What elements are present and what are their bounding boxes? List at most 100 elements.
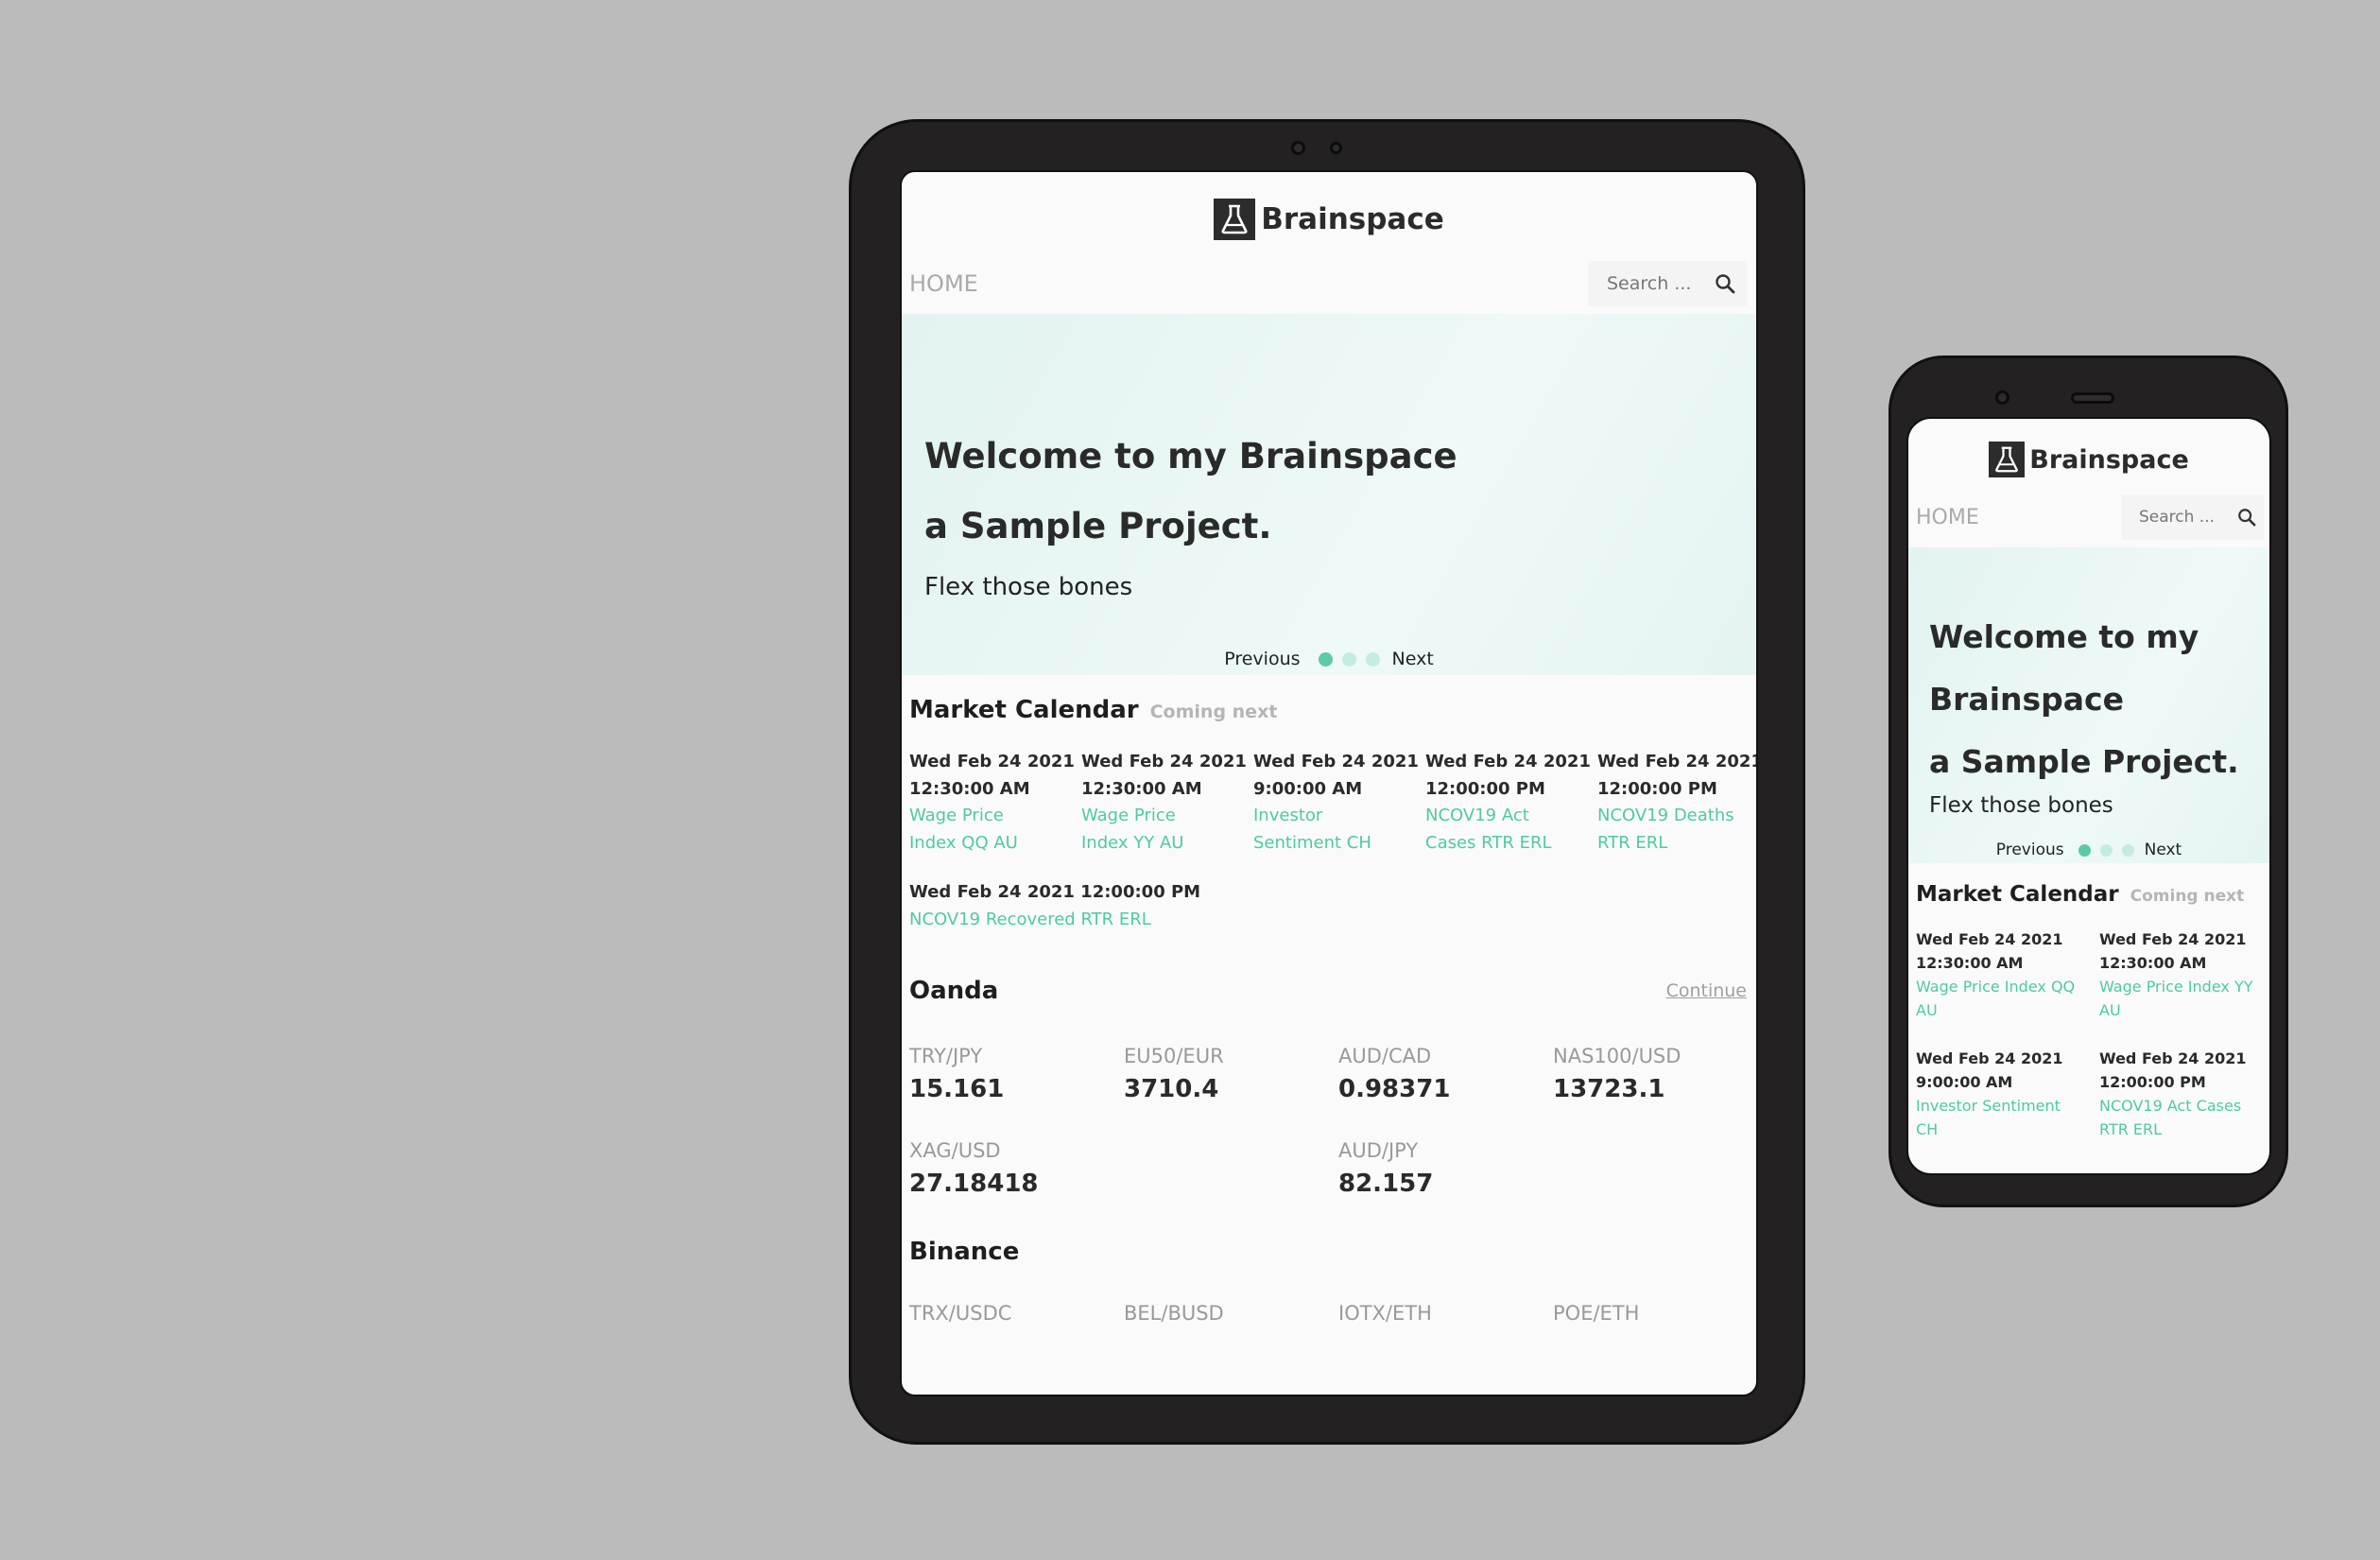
event-name[interactable]: Sentiment CH — [1253, 830, 1425, 858]
carousel-next-button[interactable]: Next — [2145, 841, 2182, 859]
search-placeholder: Search ... — [1607, 273, 1692, 294]
hero-title-line-2: a Sample Project. — [1929, 743, 2239, 780]
event-name[interactable]: Index QQ AU — [909, 830, 1081, 858]
market-calendar-events: Wed Feb 24 2021 12:30:00 AM Wage Price I… — [1908, 907, 2269, 1141]
calendar-event[interactable]: Wed Feb 24 2021 12:00:00 PM NCOV19 Recov… — [909, 879, 1756, 934]
carousel-dot-2[interactable] — [1341, 651, 1356, 667]
calendar-event[interactable]: Wed Feb 24 2021 12:30:00 AM Wage Price I… — [1916, 927, 2099, 1022]
market-calendar-header: Market Calendar Coming next — [1908, 863, 2269, 907]
site-header: Brainspace — [902, 172, 1756, 253]
flask-icon[interactable] — [1214, 199, 1256, 240]
ticker-price: 13723.1 — [1553, 1075, 1665, 1103]
event-name[interactable]: NCOV19 Act — [1425, 803, 1597, 830]
phone-device: Brainspace HOME Search ... Welcome to my… — [1888, 355, 2288, 1207]
market-calendar-subtitle: Coming next — [1149, 702, 1278, 722]
event-name[interactable]: Investor — [1253, 803, 1425, 830]
event-name[interactable]: AU — [1916, 998, 2099, 1022]
carousel-dot-1[interactable] — [1318, 651, 1333, 667]
event-name[interactable]: RTR ERL — [2099, 1118, 2269, 1141]
ticker-pair: TRY/JPY — [909, 1045, 983, 1067]
event-name[interactable]: NCOV19 Act Cases — [2099, 1094, 2269, 1118]
site-header: Brainspace — [1908, 419, 2269, 487]
calendar-event[interactable]: Wed Feb 24 2021 12:30:00 AM Wage Price I… — [1081, 749, 1253, 857]
carousel-controls: Previous Next — [902, 649, 1756, 669]
hero-subtitle: Flex those bones — [1929, 793, 2113, 818]
search-icon[interactable] — [2237, 508, 2256, 527]
ticker-pair[interactable]: IOTX/ETH — [1338, 1300, 1553, 1326]
event-name[interactable]: AU — [2099, 998, 2269, 1022]
event-name[interactable]: NCOV19 Recovered RTR ERL — [909, 907, 1756, 934]
carousel-dot-1[interactable] — [2078, 843, 2091, 857]
calendar-event[interactable]: Wed Feb 24 2021 12:30:00 AM Wage Price I… — [2099, 927, 2269, 1022]
oanda-pairs: TRY/JPY 15.161 EU50/EUR 3710.4 AUD/CAD 0… — [902, 1005, 1756, 1204]
carousel-dot-3[interactable] — [2121, 843, 2134, 857]
calendar-event[interactable]: Wed Feb 24 2021 12:00:00 PM NCOV19 Death… — [1597, 749, 1756, 858]
calendar-event[interactable]: Wed Feb 24 2021 12:30:00 AM Wage Price I… — [909, 749, 1081, 857]
ticker-pair: AUD/JPY — [1338, 1139, 1419, 1162]
calendar-event[interactable]: Wed Feb 24 2021 9:00:00 AM Investor Sent… — [1916, 1047, 2099, 1141]
ticker-pair[interactable]: BEL/BUSD — [1124, 1300, 1338, 1326]
ticker[interactable]: AUD/JPY 82.157 — [1338, 1137, 1553, 1204]
oanda-title: Oanda — [909, 977, 999, 1005]
oanda-continue-link[interactable]: Continue — [1666, 980, 1747, 1001]
event-name[interactable]: Investor Sentiment — [1916, 1094, 2099, 1118]
ticker-price: 15.161 — [909, 1075, 1005, 1103]
event-date: Wed Feb 24 2021 — [1425, 752, 1591, 771]
binance-header: Binance — [902, 1204, 1756, 1266]
binance-title: Binance — [909, 1238, 1020, 1266]
ticker-price: 27.18418 — [909, 1170, 1039, 1198]
navbar: HOME Search ... — [902, 253, 1756, 314]
event-name[interactable]: Wage Price — [1081, 803, 1253, 830]
ticker[interactable]: NAS100/USD 13723.1 — [1553, 1043, 1756, 1109]
event-name[interactable]: NCOV19 Deaths — [1597, 803, 1756, 830]
event-name[interactable]: Wage Price Index YY — [2099, 975, 2269, 998]
event-datetime: Wed Feb 24 2021 12:00:00 PM — [909, 882, 1201, 902]
search-input[interactable]: Search ... — [2122, 494, 2264, 540]
carousel-next-button[interactable]: Next — [1392, 649, 1434, 669]
search-icon[interactable] — [1715, 273, 1735, 294]
event-date: Wed Feb 24 2021 — [909, 752, 1075, 771]
ticker-pair: EU50/EUR — [1124, 1045, 1224, 1067]
search-input[interactable]: Search ... — [1588, 261, 1747, 306]
event-time: 12:00:00 PM — [2099, 1073, 2206, 1091]
event-name[interactable]: Wage Price Index QQ — [1916, 975, 2099, 998]
event-name[interactable]: Wage Price — [909, 803, 1081, 830]
event-name[interactable]: CH — [1916, 1118, 2099, 1141]
hero-subtitle: Flex those bones — [924, 573, 1133, 601]
hero-title-line-1: Welcome to my Brainspace — [924, 436, 1457, 477]
flask-icon[interactable] — [1989, 442, 2026, 477]
nav-home-link[interactable]: HOME — [909, 270, 978, 297]
event-name[interactable]: Cases RTR ERL — [1425, 830, 1597, 858]
event-date: Wed Feb 24 2021 — [1916, 930, 2063, 948]
nav-home-link[interactable]: HOME — [1916, 506, 1979, 529]
carousel-previous-button[interactable]: Previous — [1224, 649, 1300, 669]
camera-icon — [1995, 390, 2009, 405]
tablet-screen: Brainspace HOME Search ... Welcome to my… — [900, 170, 1758, 1396]
hero-title-line-1a: Welcome to my — [1929, 618, 2199, 655]
event-name[interactable]: RTR ERL — [1597, 830, 1756, 858]
ticker[interactable]: EU50/EUR 3710.4 — [1124, 1043, 1338, 1109]
brand-name[interactable]: Brainspace — [2029, 445, 2189, 475]
calendar-event[interactable]: Wed Feb 24 2021 12:00:00 PM NCOV19 Act C… — [1425, 749, 1597, 857]
ticker-price: 82.157 — [1338, 1170, 1434, 1198]
carousel-previous-button[interactable]: Previous — [1996, 841, 2064, 859]
ticker[interactable]: AUD/CAD 0.98371 — [1338, 1043, 1553, 1109]
event-name[interactable]: Index YY AU — [1081, 830, 1253, 858]
ticker[interactable]: XAG/USD 27.18418 — [909, 1137, 1124, 1204]
hero-carousel: Welcome to my Brainspace a Sample Projec… — [1908, 547, 2269, 863]
event-time: 12:30:00 AM — [1081, 778, 1202, 799]
carousel-dot-3[interactable] — [1365, 651, 1380, 667]
event-date: Wed Feb 24 2021 — [2099, 1049, 2247, 1067]
ticker-pair[interactable]: POE/ETH — [1553, 1300, 1756, 1326]
ticker-pair: AUD/CAD — [1338, 1045, 1432, 1067]
ticker[interactable]: TRY/JPY 15.161 — [909, 1043, 1124, 1109]
market-calendar-events: Wed Feb 24 2021 12:30:00 AM Wage Price I… — [902, 724, 1756, 933]
brand-name[interactable]: Brainspace — [1261, 202, 1444, 236]
calendar-event[interactable]: Wed Feb 24 2021 12:00:00 PM NCOV19 Act C… — [2099, 1047, 2269, 1141]
calendar-event[interactable]: Wed Feb 24 2021 9:00:00 AM Investor Sent… — [1253, 749, 1425, 857]
ticker-pair: NAS100/USD — [1553, 1045, 1682, 1067]
carousel-dot-2[interactable] — [2099, 843, 2113, 857]
market-calendar-header: Market Calendar Coming next — [902, 675, 1756, 724]
hero-title-line-1b: Brainspace — [1929, 681, 2124, 718]
ticker-pair[interactable]: TRX/USDC — [909, 1300, 1124, 1326]
